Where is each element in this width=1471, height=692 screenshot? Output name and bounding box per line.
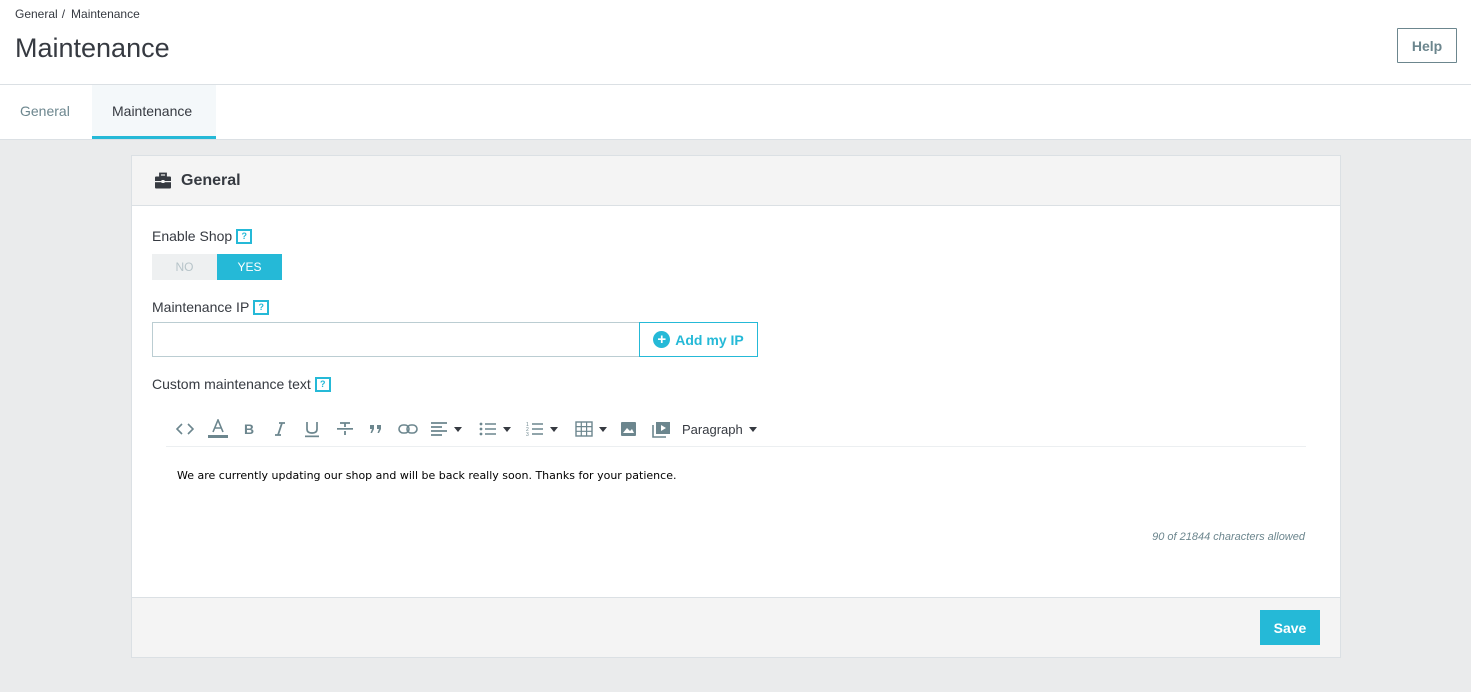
- page-header: General / Maintenance Maintenance Help: [0, 0, 1471, 85]
- numbered-list-icon[interactable]: 123: [526, 418, 558, 440]
- chevron-down-icon: [503, 426, 511, 432]
- video-icon[interactable]: [652, 418, 671, 440]
- tab-bar: General Maintenance: [0, 85, 1471, 140]
- align-icon[interactable]: [430, 418, 462, 440]
- add-my-ip-label: Add my IP: [675, 331, 744, 348]
- tab-maintenance[interactable]: Maintenance: [92, 85, 216, 139]
- custom-text-label-text: Custom maintenance text: [152, 376, 311, 392]
- breadcrumb-item-general[interactable]: General: [15, 7, 58, 21]
- bold-icon[interactable]: B: [242, 418, 256, 440]
- panel-title: General: [181, 171, 241, 189]
- enable-shop-toggle[interactable]: NO YES: [152, 254, 282, 280]
- text-color-icon[interactable]: [207, 418, 229, 440]
- chevron-down-icon: [550, 426, 558, 432]
- save-button[interactable]: Save: [1260, 610, 1320, 645]
- help-button[interactable]: Help: [1397, 28, 1457, 63]
- chevron-down-icon: [599, 426, 607, 432]
- help-question-icon[interactable]: ?: [236, 228, 253, 244]
- table-icon[interactable]: [575, 418, 607, 440]
- toggle-option-yes[interactable]: YES: [217, 254, 282, 280]
- bullet-list-icon[interactable]: [479, 418, 511, 440]
- maintenance-ip-label: Maintenance IP ?: [152, 299, 270, 315]
- code-view-icon[interactable]: [176, 418, 194, 440]
- svg-text:B: B: [244, 422, 254, 436]
- help-question-icon[interactable]: ?: [314, 376, 331, 392]
- paragraph-format-dropdown[interactable]: Paragraph: [682, 418, 757, 440]
- blockquote-icon[interactable]: [369, 418, 383, 440]
- tab-general[interactable]: General: [0, 85, 92, 139]
- plus-circle-icon: +: [653, 331, 671, 348]
- image-icon[interactable]: [620, 418, 637, 440]
- chevron-down-icon: [454, 426, 462, 432]
- panel-header: General: [132, 156, 1340, 206]
- enable-shop-label-text: Enable Shop: [152, 228, 233, 244]
- editor-content[interactable]: We are currently updating our shop and w…: [177, 469, 676, 482]
- toggle-option-no[interactable]: NO: [152, 254, 217, 280]
- chevron-down-icon: [748, 426, 757, 432]
- enable-shop-label: Enable Shop ?: [152, 228, 253, 244]
- editor-toolbar: B 123 Paragraph: [166, 414, 1306, 447]
- panel-footer: Save: [132, 597, 1340, 657]
- general-panel: General Enable Shop ? NO YES Maintenance…: [131, 155, 1341, 658]
- character-counter: 90 of 21844 characters allowed: [1152, 531, 1305, 543]
- breadcrumb: General / Maintenance: [15, 7, 140, 21]
- italic-icon[interactable]: [273, 418, 287, 440]
- maintenance-ip-label-text: Maintenance IP: [152, 299, 250, 315]
- page-title: Maintenance: [15, 33, 170, 63]
- add-my-ip-button[interactable]: + Add my IP: [639, 322, 758, 357]
- strikethrough-icon[interactable]: [336, 418, 354, 440]
- svg-text:3: 3: [526, 432, 529, 437]
- underline-icon[interactable]: [304, 418, 320, 440]
- breadcrumb-separator: /: [61, 7, 66, 21]
- custom-text-label: Custom maintenance text ?: [152, 376, 331, 392]
- breadcrumb-item-maintenance: Maintenance: [71, 7, 140, 21]
- paragraph-label: Paragraph: [682, 421, 743, 437]
- help-question-icon[interactable]: ?: [253, 299, 270, 315]
- maintenance-ip-input[interactable]: [152, 322, 640, 357]
- link-icon[interactable]: [398, 418, 418, 440]
- briefcase-icon: [155, 172, 171, 188]
